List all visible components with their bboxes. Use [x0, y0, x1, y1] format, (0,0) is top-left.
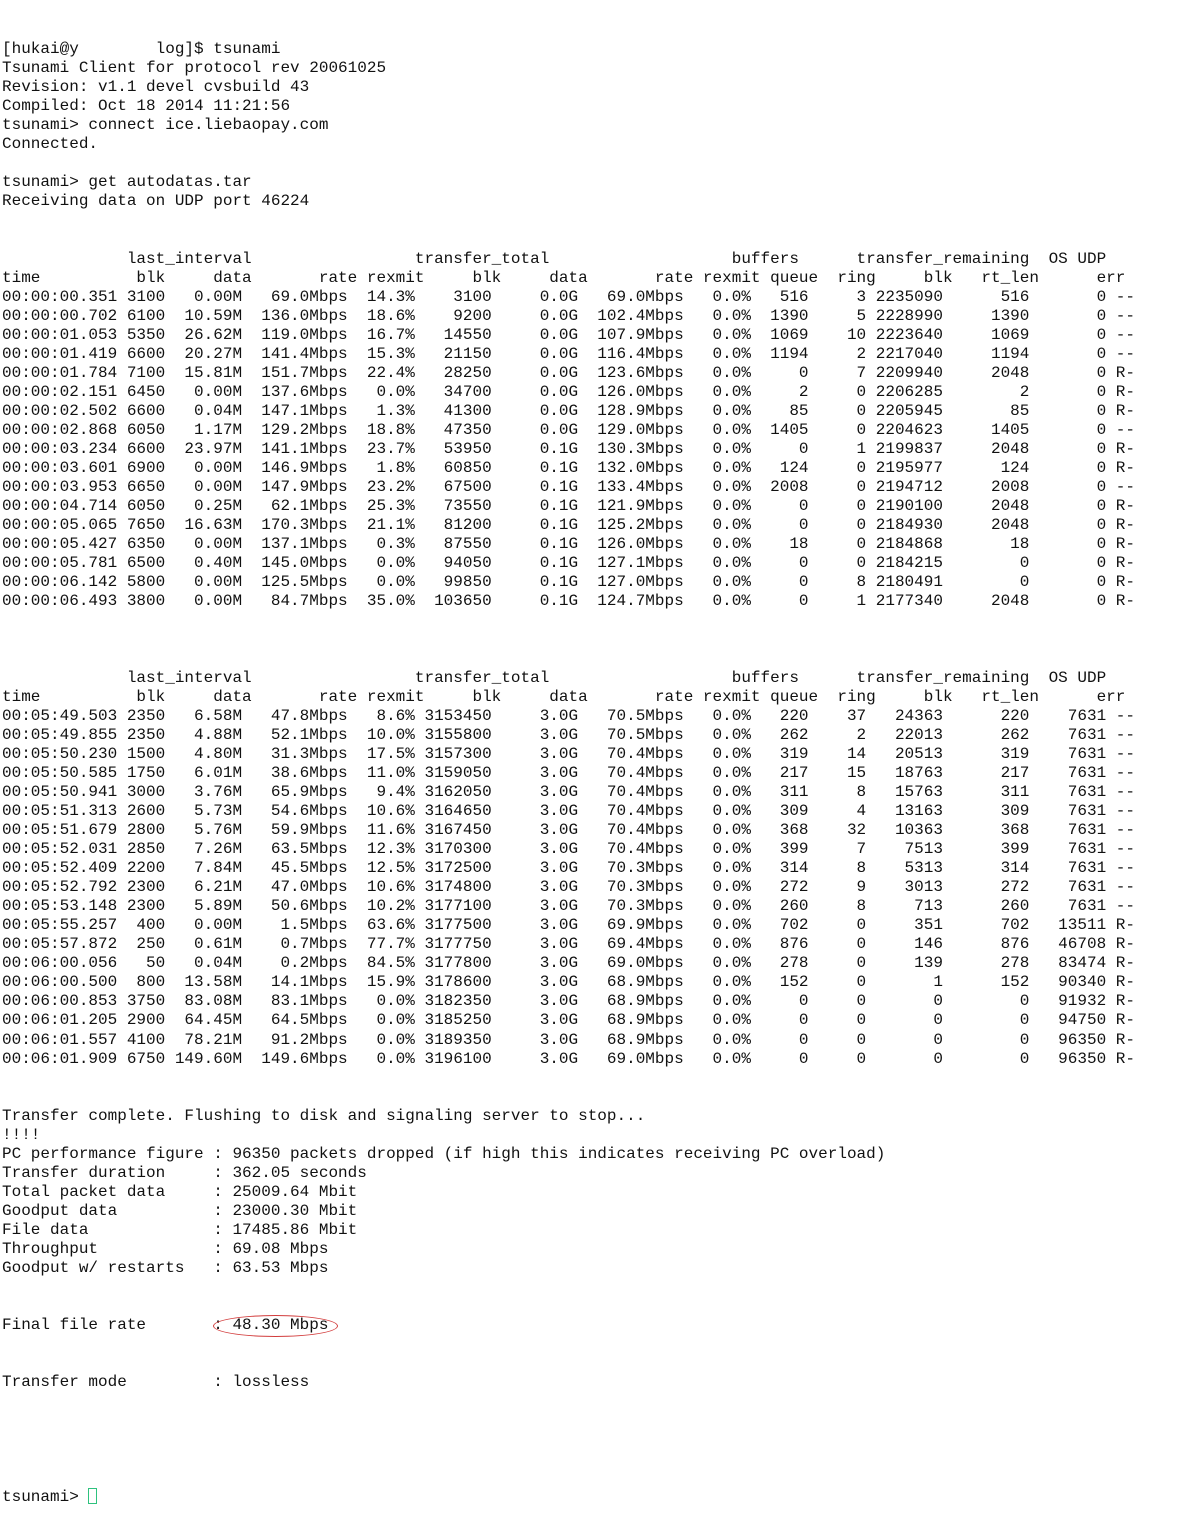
table-line [2, 612, 1188, 631]
table-line: 00:05:57.872 250 0.61M 0.7Mbps 77.7% 317… [2, 935, 1135, 954]
transfer-stats-table-start: last_interval transfer_total buffers tra… [2, 250, 1188, 631]
command-prompt-line[interactable]: tsunami> [2, 1487, 1188, 1507]
table-line: 00:00:06.493 3800 0.00M 84.7Mbps 35.0% 1… [2, 592, 1135, 611]
table-line: 00:05:50.585 1750 6.01M 38.6Mbps 11.0% 3… [2, 763, 1135, 782]
table-line: last_interval transfer_total buffers tra… [2, 249, 1107, 268]
transfer-mode-line: Transfer mode : lossless [2, 1373, 310, 1392]
table-line: 00:05:50.230 1500 4.80M 31.3Mbps 17.5% 3… [2, 744, 1135, 763]
table-line: 00:00:02.151 6450 0.00M 137.6Mbps 0.0% 3… [2, 382, 1135, 401]
table-line: 00:05:52.409 2200 7.84M 45.5Mbps 12.5% 3… [2, 859, 1135, 878]
transfer-summary: Transfer complete. Flushing to disk and … [2, 1107, 1188, 1278]
session-line: tsunami> get autodatas.tar [2, 173, 252, 192]
session-line: Tsunami Client for protocol rev 20061025 [2, 59, 387, 78]
prompt-label: tsunami> [2, 1487, 89, 1506]
transfer-stats-table-end: last_interval transfer_total buffers tra… [2, 669, 1188, 1069]
table-line: 00:00:03.953 6650 0.00M 147.9Mbps 23.2% … [2, 478, 1135, 497]
session-line: [hukai@y log]$ tsunami [2, 40, 281, 59]
session-log: [hukai@y log]$ tsunami Tsunami Client for… [2, 40, 1188, 211]
table-line: 00:05:51.313 2600 5.73M 54.6Mbps 10.6% 3… [2, 801, 1135, 820]
table-line: 00:00:00.702 6100 10.59M 136.0Mbps 18.6%… [2, 306, 1135, 325]
table-line: last_interval transfer_total buffers tra… [2, 668, 1107, 687]
terminal-output[interactable]: [hukai@y log]$ tsunami Tsunami Client for… [2, 2, 1188, 1506]
session-line: Revision: v1.1 devel cvsbuild 43 [2, 78, 310, 97]
table-line: time blk data rate rexmit blk data rate … [2, 268, 1126, 287]
table-line: 00:05:53.148 2300 5.89M 50.6Mbps 10.2% 3… [2, 897, 1135, 916]
final-file-rate-value: 48.30 Mbps [212, 1315, 339, 1338]
table-line: 00:06:01.205 2900 64.45M 64.5Mbps 0.0% 3… [2, 1011, 1135, 1030]
summary-line: PC performance figure : 96350 packets dr… [2, 1144, 886, 1163]
table-line: 00:05:52.792 2300 6.21M 47.0Mbps 10.6% 3… [2, 878, 1135, 897]
table-line: 00:06:00.056 50 0.04M 0.2Mbps 84.5% 3177… [2, 954, 1135, 973]
table-line: 00:05:51.679 2800 5.76M 59.9Mbps 11.6% 3… [2, 821, 1135, 840]
summary-line: File data : 17485.86 Mbit [2, 1221, 358, 1239]
table-line: 00:00:02.502 6600 0.04M 147.1Mbps 1.3% 4… [2, 401, 1135, 420]
table-line: 00:06:00.500 800 13.58M 14.1Mbps 15.9% 3… [2, 973, 1135, 992]
session-line [2, 154, 1188, 173]
table-line: 00:00:04.714 6050 0.25M 62.1Mbps 25.3% 7… [2, 497, 1135, 516]
table-line: 00:05:55.257 400 0.00M 1.5Mbps 63.6% 317… [2, 916, 1135, 935]
table-line: 00:00:02.868 6050 1.17M 129.2Mbps 18.8% … [2, 421, 1135, 440]
table-line: 00:00:06.142 5800 0.00M 125.5Mbps 0.0% 9… [2, 573, 1135, 592]
summary-line: Transfer duration : 362.05 seconds [2, 1163, 367, 1182]
session-line: Connected. [2, 135, 99, 154]
session-line: tsunami> connect ice.liebaopay.com [2, 116, 329, 135]
table-line: 00:00:03.601 6900 0.00M 146.9Mbps 1.8% 6… [2, 459, 1135, 478]
table-line: 00:05:49.503 2350 6.58M 47.8Mbps 8.6% 31… [2, 706, 1135, 725]
table-line: 00:06:00.853 3750 83.08M 83.1Mbps 0.0% 3… [2, 992, 1135, 1011]
text-cursor-icon[interactable] [88, 1487, 98, 1504]
table-line: 00:00:03.234 6600 23.97M 141.1Mbps 23.7%… [2, 440, 1135, 459]
table-line: 00:00:05.065 7650 16.63M 170.3Mbps 21.1%… [2, 516, 1135, 535]
table-line: time blk data rate rexmit blk data rate … [2, 687, 1126, 706]
table-line: 00:06:01.557 4100 78.21M 91.2Mbps 0.0% 3… [2, 1030, 1135, 1049]
table-line: 00:06:01.909 6750 149.60M 149.6Mbps 0.0%… [2, 1049, 1135, 1068]
table-line: 00:00:01.053 5350 26.62M 119.0Mbps 16.7%… [2, 325, 1135, 344]
summary-line: Goodput data : 23000.30 Mbit [2, 1201, 358, 1220]
summary-line: !!!! [2, 1125, 41, 1144]
table-line: 00:00:05.427 6350 0.00M 137.1Mbps 0.3% 8… [2, 535, 1135, 554]
table-line: 00:00:01.784 7100 15.81M 151.7Mbps 22.4%… [2, 363, 1135, 382]
final-file-rate-line: Final file rate : 48.30 Mbps [2, 1315, 1188, 1338]
session-line: Receiving data on UDP port 46224 [2, 192, 310, 211]
table-line: 00:00:01.419 6600 20.27M 141.4Mbps 15.3%… [2, 344, 1135, 363]
summary-line: Goodput w/ restarts : 63.53 Mbps [2, 1259, 329, 1278]
final-file-rate-label: Final file rate : [2, 1316, 223, 1335]
table-line: 00:00:05.781 6500 0.40M 145.0Mbps 0.0% 9… [2, 554, 1135, 573]
summary-line: Throughput : 69.08 Mbps [2, 1240, 329, 1259]
table-line: 00:00:00.351 3100 0.00M 69.0Mbps 14.3% 3… [2, 287, 1135, 306]
session-line: Compiled: Oct 18 2014 11:21:56 [2, 97, 291, 116]
summary-line: Total packet data : 25009.64 Mbit [2, 1182, 358, 1201]
table-line: 00:05:52.031 2850 7.26M 63.5Mbps 12.3% 3… [2, 840, 1135, 859]
table-line: 00:05:50.941 3000 3.76M 65.9Mbps 9.4% 31… [2, 782, 1135, 801]
table-line: 00:05:49.855 2350 4.88M 52.1Mbps 10.0% 3… [2, 725, 1135, 744]
summary-line: Transfer complete. Flushing to disk and … [2, 1106, 646, 1125]
